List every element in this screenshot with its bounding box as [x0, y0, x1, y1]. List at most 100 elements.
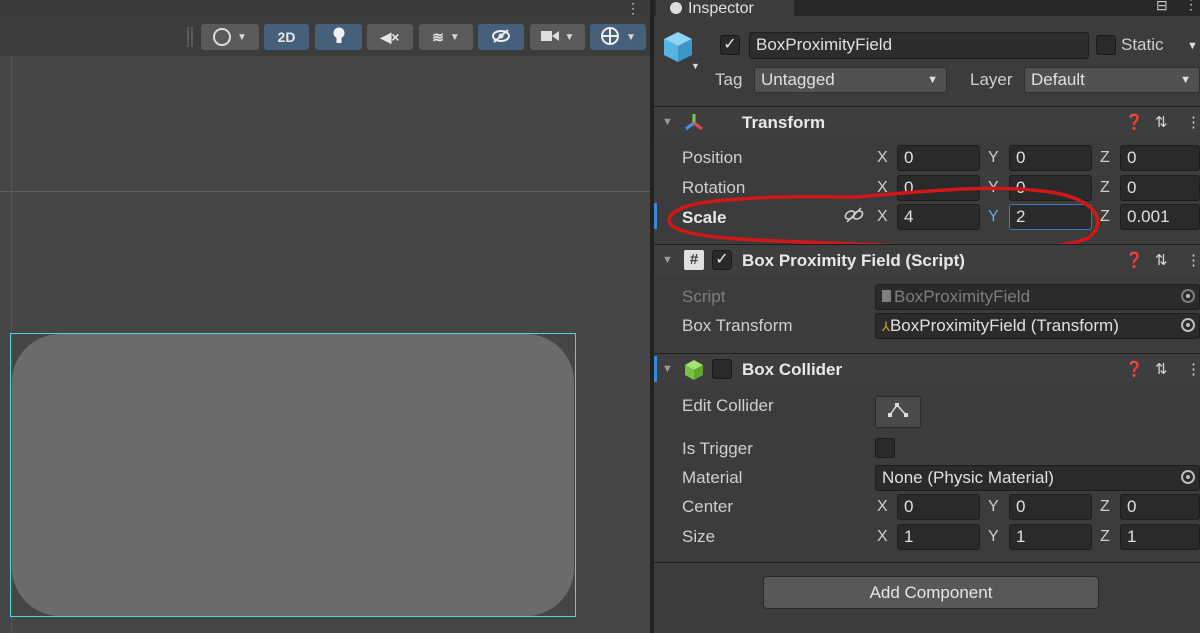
- value: 0: [904, 148, 914, 167]
- axis-y-label[interactable]: Y: [988, 498, 999, 516]
- link-icon[interactable]: [844, 207, 864, 228]
- value: BoxProximityField (Transform): [889, 316, 1119, 335]
- target-icon[interactable]: [1181, 470, 1195, 484]
- size-x-field[interactable]: 1: [897, 524, 980, 550]
- chevron-down-icon: ▼: [927, 74, 938, 86]
- center-y-field[interactable]: 0: [1009, 494, 1092, 520]
- target-icon[interactable]: [1181, 318, 1195, 332]
- lock-icon[interactable]: ⊟: [1156, 0, 1168, 14]
- axis-y-label[interactable]: Y: [988, 149, 999, 167]
- edit-collider-button[interactable]: [875, 396, 921, 428]
- static-checkbox[interactable]: [1096, 35, 1116, 55]
- size-z-field[interactable]: 1: [1120, 524, 1200, 550]
- axis-x-label[interactable]: X: [877, 179, 888, 197]
- axis-x-label[interactable]: X: [877, 149, 888, 167]
- scene-more-icon[interactable]: ⋮: [626, 0, 640, 17]
- foldout-arrow-icon[interactable]: ▼: [662, 254, 673, 266]
- help-icon[interactable]: ❓: [1125, 360, 1144, 378]
- rotation-x-field[interactable]: 0: [897, 175, 980, 201]
- position-z-field[interactable]: 0: [1120, 145, 1200, 171]
- value: 0: [1127, 178, 1137, 197]
- axis-z-label[interactable]: Z: [1100, 179, 1110, 197]
- axis-y-label[interactable]: Y: [988, 179, 999, 197]
- scene-visibility-button[interactable]: [478, 24, 524, 50]
- transform-icon: [683, 112, 705, 137]
- position-x-field[interactable]: 0: [897, 145, 980, 171]
- effects-button[interactable]: ≋ ▼: [419, 24, 473, 50]
- layer-dropdown[interactable]: Default ▼: [1024, 67, 1200, 93]
- chevron-down-icon: ▼: [1180, 74, 1191, 86]
- lighting-toggle-button[interactable]: [315, 24, 362, 50]
- chevron-down-icon: ▼: [237, 31, 247, 43]
- foldout-arrow-icon[interactable]: ▼: [662, 363, 673, 375]
- help-icon[interactable]: ❓: [1125, 251, 1144, 269]
- object-name-field[interactable]: BoxProximityField: [749, 32, 1089, 59]
- axis-y-label[interactable]: Y: [988, 528, 999, 546]
- collider-header[interactable]: [654, 354, 1200, 385]
- shading-mode-button[interactable]: ▼: [201, 24, 259, 50]
- center-z-field[interactable]: 0: [1120, 494, 1200, 520]
- more-icon[interactable]: ⋮: [1186, 113, 1200, 131]
- scale-label: Scale: [682, 208, 727, 227]
- camera-icon: [540, 29, 559, 45]
- scale-x-field[interactable]: 4: [897, 204, 980, 230]
- axis-x-label[interactable]: X: [877, 208, 888, 226]
- position-y-field[interactable]: 0: [1009, 145, 1092, 171]
- position-label: Position: [682, 148, 743, 167]
- script-enabled-checkbox[interactable]: ✓: [712, 250, 732, 270]
- camera-button[interactable]: ▼: [530, 24, 585, 50]
- audio-toggle-button[interactable]: ◀×: [367, 24, 413, 50]
- chevron-down-icon[interactable]: ▼: [691, 61, 700, 71]
- center-x-field[interactable]: 0: [897, 494, 980, 520]
- value: 4: [904, 207, 914, 226]
- inspector-more-icon[interactable]: ⋮: [1184, 0, 1198, 13]
- tab-label: Inspector: [688, 0, 754, 17]
- preset-icon[interactable]: ⇅: [1155, 251, 1168, 269]
- axis-z-label[interactable]: Z: [1100, 498, 1110, 516]
- box-transform-field[interactable]: ⅄BoxProximityField (Transform): [875, 313, 1200, 339]
- material-label: Material: [682, 468, 743, 487]
- transform-header[interactable]: [654, 107, 1200, 138]
- preset-icon[interactable]: ⇅: [1155, 360, 1168, 378]
- more-icon[interactable]: ⋮: [1186, 360, 1200, 378]
- tab-inspector[interactable]: Inspector: [656, 0, 794, 17]
- active-checkbox[interactable]: ✓: [720, 35, 740, 55]
- value: 0: [1127, 148, 1137, 167]
- axis-z-label[interactable]: Z: [1100, 149, 1110, 167]
- axis-x-label[interactable]: X: [877, 498, 888, 516]
- value: 0: [1016, 178, 1026, 197]
- collider-enabled-checkbox[interactable]: [712, 359, 732, 379]
- value: None (Physic Material): [882, 468, 1054, 487]
- gizmos-button[interactable]: ▼: [590, 24, 646, 50]
- layer-label: Layer: [970, 70, 1013, 89]
- axis-z-label[interactable]: Z: [1100, 208, 1110, 226]
- object-name-text: BoxProximityField: [756, 35, 893, 54]
- collider-title: Box Collider: [742, 360, 843, 379]
- help-icon[interactable]: ❓: [1125, 113, 1144, 131]
- rotation-y-field[interactable]: 0: [1009, 175, 1092, 201]
- scale-z-field[interactable]: 0.001: [1120, 204, 1200, 230]
- axis-z-label[interactable]: Z: [1100, 528, 1110, 546]
- gizmo-icon: [600, 26, 620, 49]
- tag-dropdown[interactable]: Untagged ▼: [754, 67, 947, 93]
- foldout-arrow-icon[interactable]: ▼: [662, 116, 673, 128]
- rotation-z-field[interactable]: 0: [1120, 175, 1200, 201]
- axis-x-label[interactable]: X: [877, 528, 888, 546]
- axis-y-label[interactable]: Y: [988, 208, 999, 226]
- separator: [654, 562, 1200, 563]
- size-y-field[interactable]: 1: [1009, 524, 1092, 550]
- proximity-title: Box Proximity Field (Script): [742, 251, 965, 270]
- edit-points-icon: [887, 402, 909, 423]
- value: 1: [1016, 527, 1026, 546]
- material-field[interactable]: None (Physic Material): [875, 465, 1200, 491]
- more-icon[interactable]: ⋮: [1186, 251, 1200, 269]
- script-icon: #: [684, 250, 704, 270]
- preset-icon[interactable]: ⇅: [1155, 113, 1168, 131]
- scale-y-field[interactable]: 2: [1009, 204, 1092, 230]
- toolbar-grip: [191, 27, 193, 47]
- add-component-button[interactable]: Add Component: [763, 576, 1099, 609]
- chevron-down-icon[interactable]: ▼: [1187, 40, 1198, 52]
- is-trigger-label: Is Trigger: [682, 439, 753, 458]
- is-trigger-checkbox[interactable]: [875, 438, 895, 458]
- 2d-toggle-button[interactable]: 2D: [264, 24, 309, 50]
